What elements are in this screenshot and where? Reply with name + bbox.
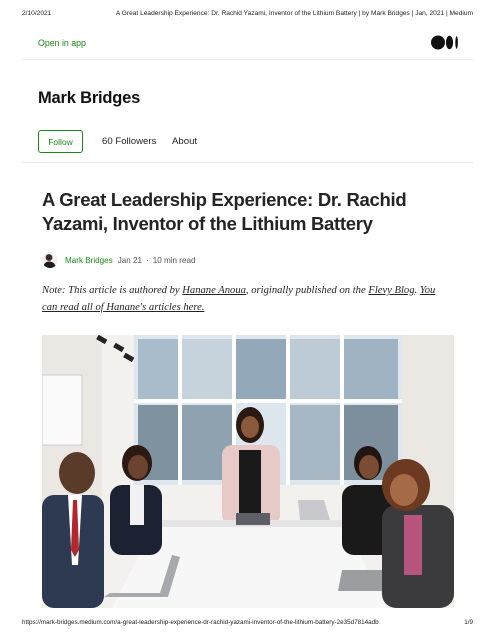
print-title: A Great Leadership Experience: Dr. Rachi… xyxy=(115,10,473,17)
followers-link[interactable]: 60 Followers xyxy=(102,136,156,147)
team-meeting-photo xyxy=(42,335,454,608)
print-page-number: 1/9 xyxy=(464,619,473,626)
author-profile-name[interactable]: Mark Bridges xyxy=(38,89,140,108)
article-title: A Great Leadership Experience: Dr. Rachi… xyxy=(42,189,407,234)
print-date: 2/10/2021 xyxy=(22,10,52,17)
publish-date: Jan 21 xyxy=(117,255,142,265)
article-note: Note: This article is authored by Hanane… xyxy=(42,283,452,316)
hanane-anoua-link[interactable]: Hanane Anoua xyxy=(182,285,246,296)
author-profile-header: Mark Bridges Follow 60 Followers About xyxy=(22,61,473,163)
note-middle: , originally published on the xyxy=(245,285,369,296)
app-bar: Open in app xyxy=(22,28,473,60)
byline-author-link[interactable]: Mark Bridges xyxy=(65,256,113,265)
flevy-blog-link[interactable]: Flevy Blog xyxy=(368,285,414,296)
medium-logo-icon[interactable] xyxy=(431,35,459,50)
print-url: https://mark-bridges.medium.com/a-great-… xyxy=(22,619,379,626)
article-byline: Mark Bridges Jan 21 · 10 min read xyxy=(42,250,195,270)
open-in-app-link[interactable]: Open in app xyxy=(38,38,86,48)
print-header: 2/10/2021 A Great Leadership Experience:… xyxy=(22,10,473,22)
read-time: 10 min read xyxy=(152,255,196,265)
follow-button[interactable]: Follow xyxy=(38,130,83,153)
about-link[interactable]: About xyxy=(172,136,197,147)
note-prefix: Note: This article is authored by xyxy=(42,285,183,296)
author-avatar[interactable] xyxy=(42,252,58,268)
byline-separator: · xyxy=(146,255,149,265)
